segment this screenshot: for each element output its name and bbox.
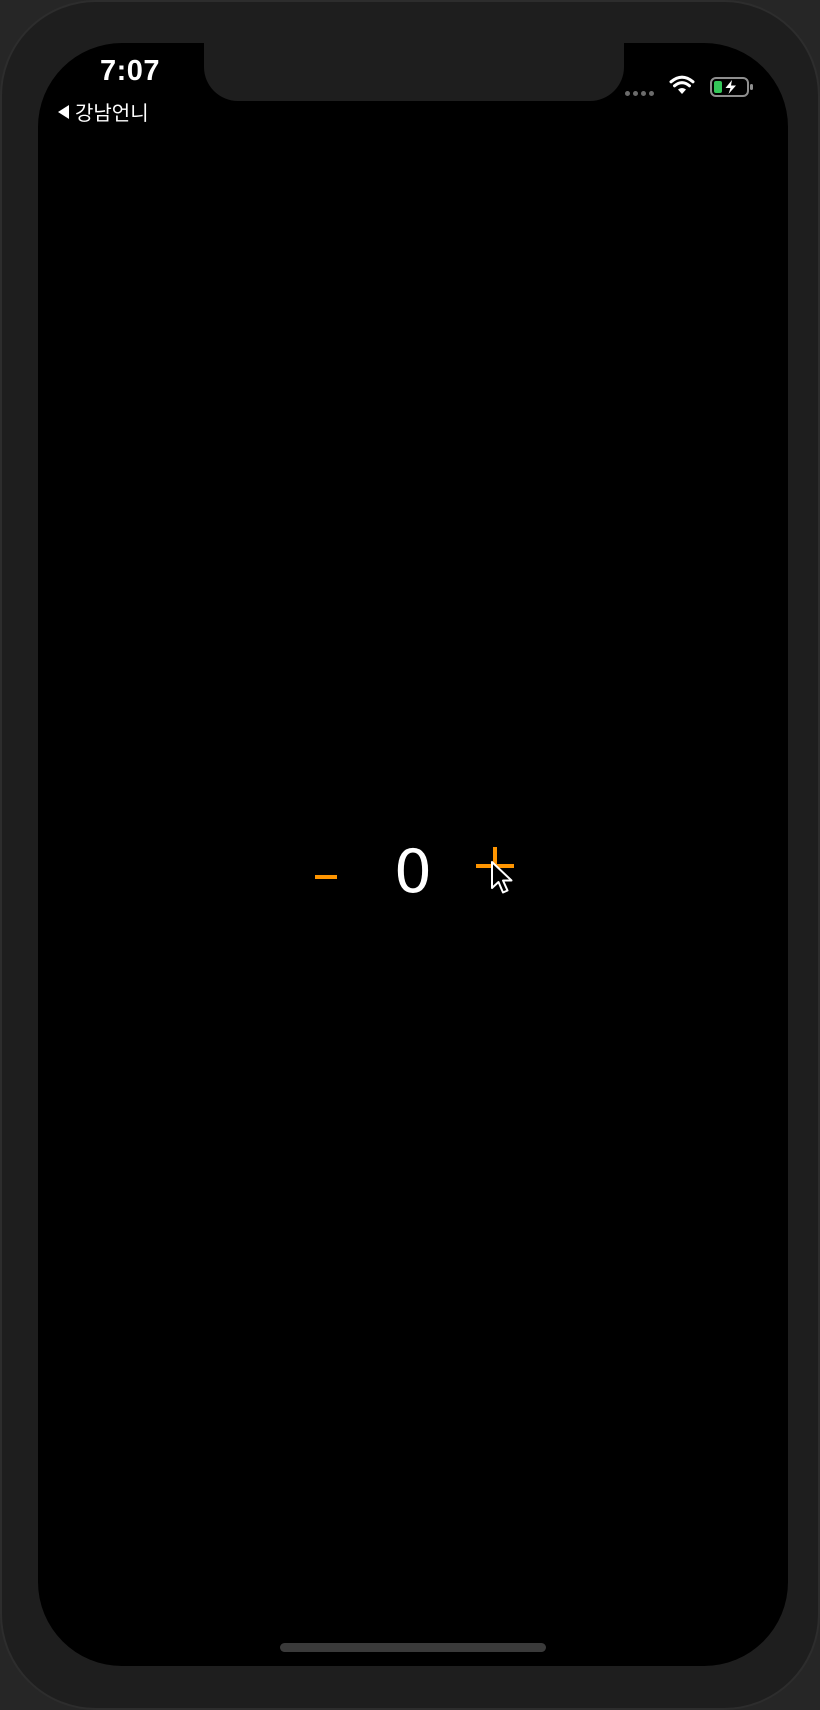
home-indicator[interactable] [280,1643,546,1652]
battery-charging-icon [710,77,753,97]
minus-icon [315,875,337,879]
count-value: 0 [393,837,433,907]
decrement-button[interactable] [306,837,346,907]
back-to-app-link[interactable]: 강남언니 [58,97,149,126]
status-time: 7:07 [100,55,161,87]
device-notch [204,43,624,101]
back-arrow-icon [58,104,69,119]
increment-button[interactable] [476,847,514,885]
counter-stepper: 0 [38,823,788,933]
wifi-icon [669,75,695,94]
back-app-label: 강남언니 [75,101,149,125]
device-frame: 7:07 강남언니 0 [0,0,820,1710]
phone-screen: 7:07 강남언니 0 [38,43,788,1666]
cellular-signal-icon [625,91,654,96]
